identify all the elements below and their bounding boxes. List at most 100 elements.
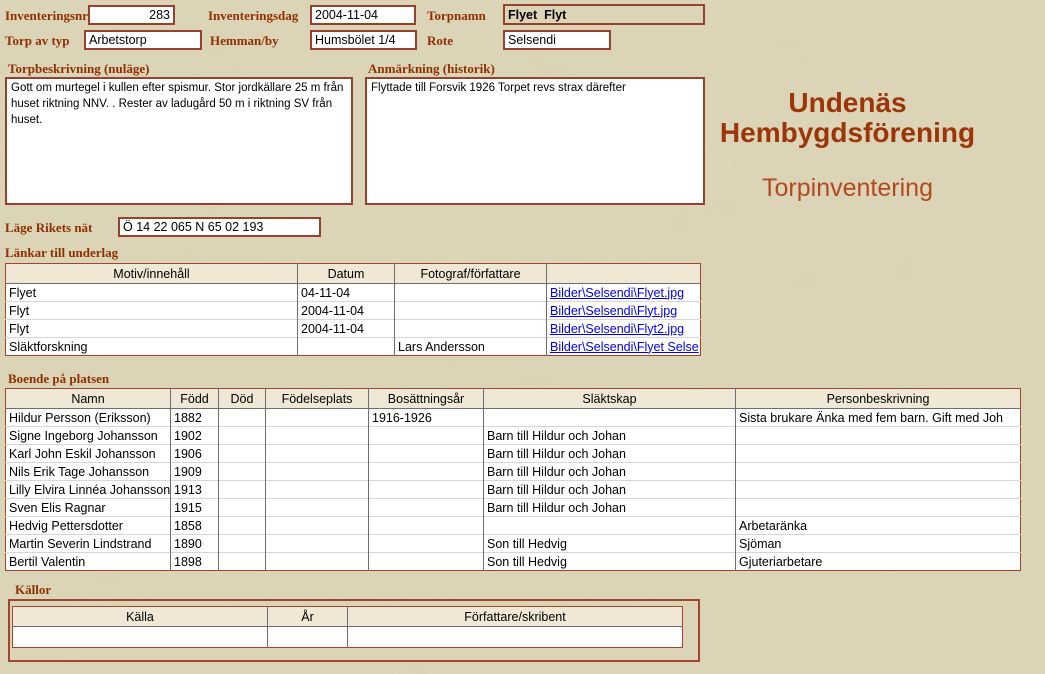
table-cell bbox=[369, 517, 484, 535]
table-cell bbox=[736, 499, 1021, 517]
sources-section-heading: Källor bbox=[15, 582, 51, 598]
residents-table: NamnFöddDödFödelseplatsBosättningsårSläk… bbox=[5, 388, 1021, 571]
table-row: Flyet04-11-04Bilder\Selsendi\Flyet.jpg bbox=[6, 284, 701, 302]
table-cell bbox=[348, 627, 683, 648]
table-cell bbox=[395, 320, 547, 338]
hemman-by-field[interactable] bbox=[310, 30, 417, 50]
anmarkning-textarea[interactable]: Flyttade till Forsvik 1926 Torpet revs s… bbox=[365, 77, 705, 205]
residents-table-header-row: NamnFöddDödFödelseplatsBosättningsårSläk… bbox=[6, 389, 1021, 409]
file-link[interactable]: Bilder\Selsendi\Flyet.jpg bbox=[550, 286, 684, 300]
links-table: Motiv/innehållDatumFotograf/författare F… bbox=[5, 263, 701, 356]
torpnamn-field[interactable] bbox=[503, 4, 705, 25]
inventeringsdag-field[interactable] bbox=[310, 5, 416, 25]
table-cell: Barn till Hildur och Johan bbox=[484, 481, 736, 499]
table-cell: Signe Ingeborg Johansson bbox=[6, 427, 171, 445]
table-row: Bertil Valentin1898Son till HedvigGjuter… bbox=[6, 553, 1021, 571]
table-cell bbox=[736, 445, 1021, 463]
table-cell bbox=[219, 463, 266, 481]
torpbeskrivning-label: Torpbeskrivning (nuläge) bbox=[8, 61, 149, 77]
links-table-header-row: Motiv/innehållDatumFotograf/författare bbox=[6, 264, 701, 284]
table-cell bbox=[369, 553, 484, 571]
table-cell: 1906 bbox=[171, 445, 219, 463]
table-cell bbox=[369, 481, 484, 499]
table-cell: Flyt bbox=[6, 320, 298, 338]
org-title-line1: Undenäs bbox=[700, 88, 995, 118]
table-row: Martin Severin Lindstrand1890Son till He… bbox=[6, 535, 1021, 553]
column-header: Född bbox=[171, 389, 219, 409]
table-cell bbox=[219, 517, 266, 535]
table-cell: Arbetaränka bbox=[736, 517, 1021, 535]
table-cell: 1882 bbox=[171, 409, 219, 427]
table-row: Flyt2004-11-04Bilder\Selsendi\Flyt.jpg bbox=[6, 302, 701, 320]
table-cell bbox=[266, 553, 369, 571]
column-header bbox=[547, 264, 701, 284]
table-cell bbox=[484, 517, 736, 535]
table-cell bbox=[484, 409, 736, 427]
column-header: Fotograf/författare bbox=[395, 264, 547, 284]
sources-box: KällaÅrFörfattare/skribent bbox=[8, 599, 700, 662]
table-row: SläktforskningLars AnderssonBilder\Selse… bbox=[6, 338, 701, 356]
torp-av-typ-field[interactable] bbox=[84, 30, 202, 50]
table-row: Flyt2004-11-04Bilder\Selsendi\Flyt2.jpg bbox=[6, 320, 701, 338]
table-cell: Barn till Hildur och Johan bbox=[484, 427, 736, 445]
links-section-heading: Länkar till underlag bbox=[5, 245, 118, 261]
table-cell bbox=[395, 302, 547, 320]
table-cell bbox=[266, 445, 369, 463]
table-cell: Karl John Eskil Johansson bbox=[6, 445, 171, 463]
table-cell: Hildur Persson (Eriksson) bbox=[6, 409, 171, 427]
table-cell: 1898 bbox=[171, 553, 219, 571]
table-cell: Bilder\Selsendi\Flyet Selse bbox=[547, 338, 701, 356]
table-cell bbox=[13, 627, 268, 648]
table-cell: Sista brukare Änka med fem barn. Gift me… bbox=[736, 409, 1021, 427]
file-link[interactable]: Bilder\Selsendi\Flyt.jpg bbox=[550, 304, 677, 318]
column-header: Namn bbox=[6, 389, 171, 409]
table-cell bbox=[266, 499, 369, 517]
table-cell: Bertil Valentin bbox=[6, 553, 171, 571]
table-row bbox=[13, 627, 683, 648]
table-cell bbox=[736, 463, 1021, 481]
table-row: Hildur Persson (Eriksson)1882 1916-1926 Si… bbox=[6, 409, 1021, 427]
table-cell: Släktforskning bbox=[6, 338, 298, 356]
column-header: Personbeskrivning bbox=[736, 389, 1021, 409]
sources-table-header-row: KällaÅrFörfattare/skribent bbox=[13, 607, 683, 627]
column-header: Död bbox=[219, 389, 266, 409]
lage-label: Läge Rikets nät bbox=[5, 220, 92, 236]
file-link[interactable]: Bilder\Selsendi\Flyt2.jpg bbox=[550, 322, 684, 336]
table-cell: 1916-1926 bbox=[369, 409, 484, 427]
table-cell bbox=[736, 481, 1021, 499]
column-header: Författare/skribent bbox=[348, 607, 683, 627]
table-cell: Barn till Hildur och Johan bbox=[484, 499, 736, 517]
inventeringsnr-field[interactable] bbox=[88, 5, 175, 25]
column-header: Motiv/innehåll bbox=[6, 264, 298, 284]
rote-field[interactable] bbox=[503, 30, 611, 50]
table-cell: 04-11-04 bbox=[298, 284, 395, 302]
table-cell: Sven Elis Ragnar bbox=[6, 499, 171, 517]
table-cell bbox=[266, 463, 369, 481]
branding-block: Undenäs Hembygdsförening Torpinventering bbox=[700, 88, 995, 203]
table-row: Signe Ingeborg Johansson1902Barn till Hi… bbox=[6, 427, 1021, 445]
residents-section-heading: Boende på platsen bbox=[8, 371, 109, 387]
column-header: Födelseplats bbox=[266, 389, 369, 409]
table-cell bbox=[266, 481, 369, 499]
table-cell bbox=[219, 535, 266, 553]
table-cell bbox=[369, 535, 484, 553]
file-link[interactable]: Bilder\Selsendi\Flyet Selse bbox=[550, 340, 699, 354]
table-cell bbox=[395, 284, 547, 302]
table-cell bbox=[736, 427, 1021, 445]
table-cell: 1858 bbox=[171, 517, 219, 535]
inventeringsnr-label: Inventeringsnr bbox=[5, 8, 88, 24]
table-cell: Bilder\Selsendi\Flyt2.jpg bbox=[547, 320, 701, 338]
table-cell bbox=[266, 517, 369, 535]
column-header: Släktskap bbox=[484, 389, 736, 409]
lage-field[interactable] bbox=[118, 217, 321, 237]
table-cell: 1909 bbox=[171, 463, 219, 481]
table-cell bbox=[219, 481, 266, 499]
torpbeskrivning-textarea[interactable]: Gott om murtegel i kullen efter spismur.… bbox=[5, 77, 353, 205]
torpinventering-form: Inventeringsnr Inventeringsdag Torpnamn … bbox=[0, 0, 1045, 674]
table-row: Karl John Eskil Johansson1906Barn till H… bbox=[6, 445, 1021, 463]
table-cell bbox=[219, 427, 266, 445]
column-header: År bbox=[268, 607, 348, 627]
table-cell: Hedvig Pettersdotter bbox=[6, 517, 171, 535]
table-cell bbox=[369, 499, 484, 517]
table-cell bbox=[219, 409, 266, 427]
